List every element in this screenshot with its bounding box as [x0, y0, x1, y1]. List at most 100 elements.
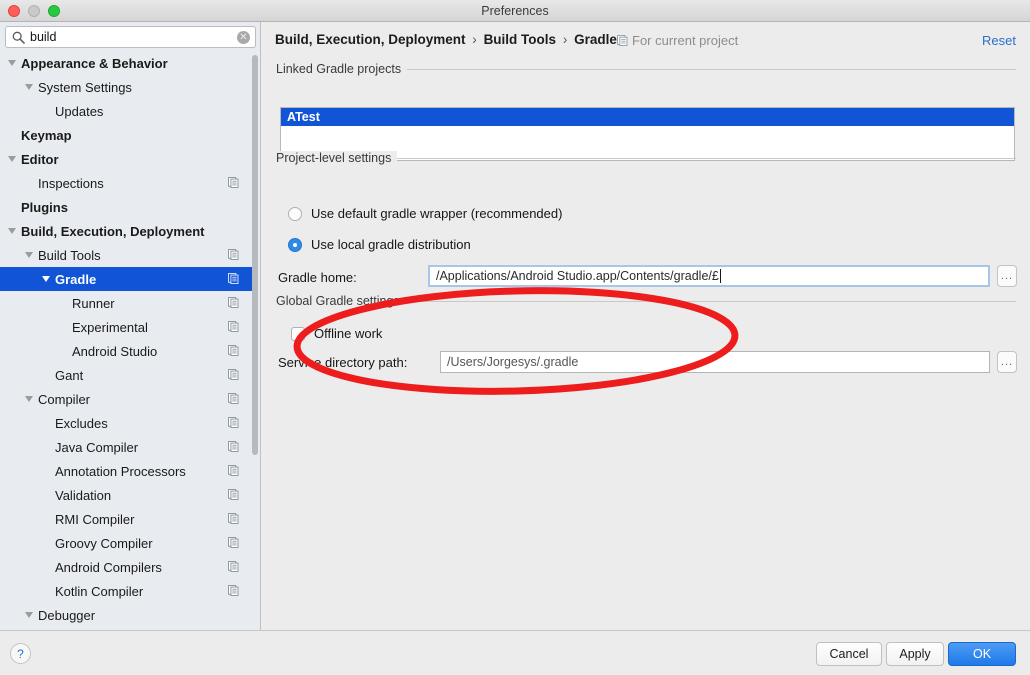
sidebar-item-label: Appearance & Behavior	[21, 55, 168, 71]
project-scope-icon	[228, 489, 239, 500]
reset-link[interactable]: Reset	[982, 33, 1016, 48]
sidebar-item-keymap[interactable]: Keymap	[0, 123, 253, 147]
sidebar-item-rmi-compiler[interactable]: RMI Compiler	[0, 507, 253, 531]
breadcrumb-item-1[interactable]: Build Tools	[484, 32, 557, 47]
search-input[interactable]	[30, 27, 230, 47]
sidebar-scrollbar-thumb[interactable]	[252, 55, 258, 455]
project-scope-icon	[228, 585, 239, 596]
radio-indicator[interactable]	[288, 206, 302, 221]
sidebar-item-build-tools[interactable]: Build Tools	[0, 243, 253, 267]
service-directory-label: Service directory path:	[278, 355, 408, 370]
group-label-linked-projects: Linked Gradle projects	[276, 62, 408, 76]
sidebar-item-appearance-behavior[interactable]: Appearance & Behavior	[0, 51, 253, 75]
chevron-down-icon[interactable]	[25, 612, 33, 618]
project-scope-icon	[228, 537, 239, 548]
search-box[interactable]: ✕	[5, 26, 256, 48]
sidebar-item-label: Gradle	[55, 271, 97, 287]
chevron-down-icon[interactable]	[8, 156, 16, 162]
list-item[interactable]: ATest	[281, 108, 1014, 126]
sidebar-item-excludes[interactable]: Excludes	[0, 411, 253, 435]
sidebar-item-label: Validation	[55, 487, 112, 503]
radio-use-default-wrapper[interactable]: Use default gradle wrapper (recommended)	[288, 206, 562, 221]
sidebar-item-compiler[interactable]: Compiler	[0, 387, 253, 411]
project-scope-icon	[228, 321, 239, 332]
sidebar-item-android-compilers[interactable]: Android Compilers	[0, 555, 253, 579]
radio-use-local-distribution[interactable]: Use local gradle distribution	[288, 237, 471, 252]
sidebar-item-debugger[interactable]: Debugger	[0, 603, 253, 627]
settings-panel: Build, Execution, Deployment › Build Too…	[262, 22, 1030, 630]
sidebar-item-experimental[interactable]: Experimental	[0, 315, 253, 339]
sidebar-item-label: Debugger	[38, 607, 96, 623]
breadcrumb-separator: ›	[472, 32, 477, 47]
chevron-down-icon[interactable]	[25, 396, 33, 402]
sidebar-item-gant[interactable]: Gant	[0, 363, 253, 387]
radio-indicator-selected[interactable]	[288, 237, 302, 252]
project-scope-icon	[228, 345, 239, 356]
ok-button[interactable]: OK	[948, 642, 1016, 666]
help-button[interactable]: ?	[10, 643, 31, 664]
sidebar-item-updates[interactable]: Updates	[0, 99, 253, 123]
service-directory-browse-button[interactable]: ...	[997, 351, 1017, 373]
sidebar-item-label: Kotlin Compiler	[55, 583, 144, 599]
breadcrumb-item-2[interactable]: Gradle	[574, 32, 617, 47]
radio-label: Use default gradle wrapper (recommended)	[311, 206, 563, 221]
checkbox-indicator[interactable]	[291, 326, 305, 341]
service-directory-input[interactable]: /Users/Jorgesys/.gradle	[440, 351, 990, 373]
chevron-down-icon[interactable]	[25, 252, 33, 258]
sidebar-item-label: Build Tools	[38, 247, 101, 263]
sidebar-item-system-settings[interactable]: System Settings	[0, 75, 253, 99]
group-label-global-settings: Global Gradle settings	[276, 294, 406, 308]
gradle-home-label: Gradle home:	[278, 270, 357, 285]
sidebar-item-inspections[interactable]: Inspections	[0, 171, 253, 195]
sidebar-item-label: Gant	[55, 367, 84, 383]
project-scope-icon	[228, 177, 239, 188]
sidebar-item-java-compiler[interactable]: Java Compiler	[0, 435, 253, 459]
checkbox-label: Offline work	[314, 326, 383, 341]
group-divider-global-settings	[392, 301, 1016, 302]
project-scope-icon	[617, 35, 628, 46]
settings-tree[interactable]: Appearance & Behavior System Settings Upda…	[0, 51, 253, 630]
sidebar-item-label: Inspections	[38, 175, 104, 191]
sidebar-item-annotation-processors[interactable]: Annotation Processors	[0, 459, 253, 483]
sidebar-item-label: Compiler	[38, 391, 91, 407]
sidebar-item-plugins[interactable]: Plugins	[0, 195, 253, 219]
sidebar-item-android-studio[interactable]: Android Studio	[0, 339, 253, 363]
chevron-down-icon[interactable]	[8, 228, 16, 234]
gradle-home-input[interactable]: /Applications/Android Studio.app/Content…	[428, 265, 990, 287]
preferences-window: Preferences ✕ Appearance & Behavior Syste…	[0, 0, 1030, 675]
chevron-down-icon[interactable]	[42, 276, 50, 282]
gradle-home-browse-button[interactable]: ...	[997, 265, 1017, 287]
project-scope-icon	[228, 249, 239, 260]
apply-button[interactable]: Apply	[886, 642, 944, 666]
window-titlebar: Preferences	[0, 0, 1030, 22]
breadcrumb-item-0[interactable]: Build, Execution, Deployment	[275, 32, 466, 47]
project-scope-icon	[228, 465, 239, 476]
cancel-button[interactable]: Cancel	[816, 642, 882, 666]
breadcrumb: Build, Execution, Deployment › Build Too…	[275, 32, 617, 47]
chevron-down-icon[interactable]	[25, 84, 33, 90]
clear-search-icon[interactable]: ✕	[237, 31, 250, 44]
project-scope-icon	[228, 369, 239, 380]
sidebar-item-label: Groovy Compiler	[55, 535, 153, 551]
sidebar-item-label: Android Studio	[72, 343, 158, 359]
radio-label: Use local gradle distribution	[311, 237, 471, 252]
sidebar-item-groovy-compiler[interactable]: Groovy Compiler	[0, 531, 253, 555]
project-scope-icon	[228, 441, 239, 452]
chevron-down-icon[interactable]	[8, 60, 16, 66]
sidebar-item-gradle[interactable]: Gradle	[0, 267, 253, 291]
sidebar-item-validation[interactable]: Validation	[0, 483, 253, 507]
sidebar-item-label: Editor	[21, 151, 59, 167]
sidebar-item-label: Annotation Processors	[55, 463, 186, 479]
group-divider-project-settings	[390, 158, 1016, 159]
project-scope-icon	[228, 561, 239, 572]
sidebar-item-build-execution-deployment[interactable]: Build, Execution, Deployment	[0, 219, 253, 243]
breadcrumb-separator: ›	[562, 32, 568, 47]
checkbox-offline-work[interactable]: Offline work	[291, 326, 382, 341]
sidebar-item-runner[interactable]: Runner	[0, 291, 253, 315]
sidebar-item-kotlin-compiler[interactable]: Kotlin Compiler	[0, 579, 253, 603]
project-scope-icon	[228, 273, 239, 284]
sidebar-scrollbar[interactable]	[251, 52, 259, 628]
project-scope-icon	[228, 393, 239, 404]
sidebar-item-label: Java Compiler	[55, 439, 139, 455]
sidebar-item-editor[interactable]: Editor	[0, 147, 253, 171]
